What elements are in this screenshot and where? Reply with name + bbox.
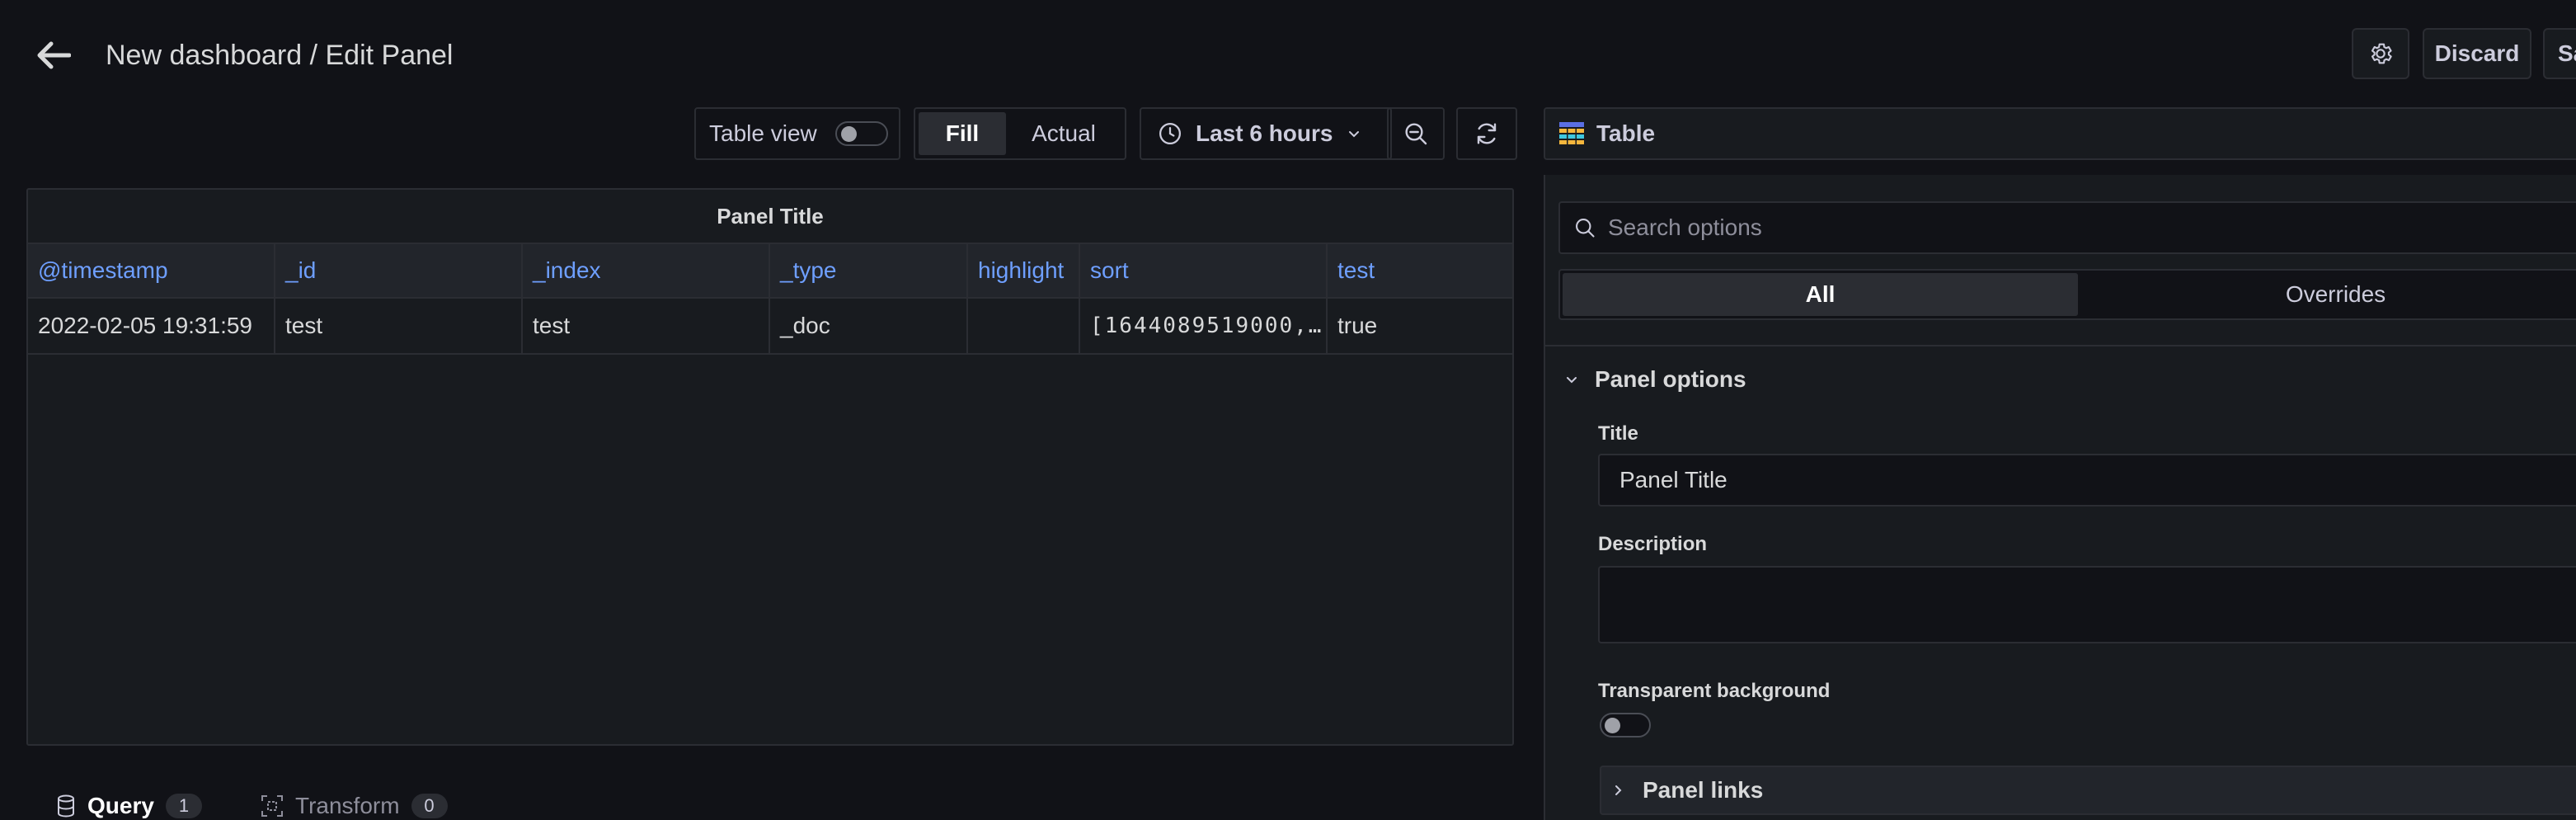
back-button[interactable]	[33, 35, 74, 76]
refresh-button[interactable]	[1456, 107, 1517, 160]
table-cell: _doc	[770, 299, 968, 353]
table-row: 2022-02-05 19:31:59 test test _doc [1644…	[28, 297, 1512, 355]
panel-preview: Panel Title @timestamp _id _index _type …	[26, 188, 1514, 746]
fill-option[interactable]: Fill	[919, 112, 1006, 155]
description-label: Description	[1598, 533, 1708, 555]
search-input[interactable]	[1608, 214, 2433, 241]
visualization-label: Table	[1596, 120, 1656, 146]
panel-links-section[interactable]: Panel links	[1600, 766, 2576, 815]
table-cell: test	[275, 299, 523, 353]
zoom-out-icon	[1405, 123, 1427, 145]
table-cell: 2022-02-05 19:31:59	[28, 299, 275, 353]
time-range-picker[interactable]: Last 6 hours	[1140, 107, 1392, 160]
table-view-control: Table view	[694, 107, 900, 160]
tab-query[interactable]: Query 1	[56, 792, 202, 820]
table-view-label: Table view	[709, 120, 817, 146]
column-header[interactable]: _type	[770, 244, 968, 297]
search-options	[1558, 201, 2576, 254]
table-cell: test	[523, 299, 770, 353]
column-header[interactable]: highlight	[968, 244, 1080, 297]
settings-button[interactable]	[2352, 28, 2409, 79]
column-header[interactable]: _index	[523, 244, 770, 297]
transparent-background-toggle[interactable]	[1600, 713, 1651, 738]
panel-title[interactable]: Panel Title	[28, 190, 1512, 243]
query-count-badge: 1	[165, 794, 202, 818]
panel-options-title: Panel options	[1595, 366, 1746, 392]
transparent-background-label: Transparent background	[1598, 680, 1831, 702]
panel-options-header[interactable]: Panel options	[1563, 363, 1746, 396]
tab-overrides[interactable]: Overrides	[2078, 273, 2576, 316]
save-button[interactable]: Save	[2543, 28, 2576, 79]
options-filter: All Overrides	[1558, 269, 2576, 320]
tab-query-label: Query	[87, 793, 154, 818]
zoom-out-button[interactable]	[1387, 107, 1445, 160]
description-input[interactable]	[1598, 566, 2576, 643]
actual-option[interactable]: Actual	[1006, 112, 1121, 155]
panel-links-label: Panel links	[1643, 777, 1764, 803]
title-label: Title	[1598, 422, 1638, 445]
tab-all[interactable]: All	[1563, 273, 2078, 316]
refresh-icon	[1477, 123, 1497, 144]
column-header[interactable]: _id	[275, 244, 523, 297]
transform-count-badge: 0	[411, 794, 448, 818]
table-view-toggle[interactable]	[834, 121, 888, 146]
tab-transform[interactable]: Transform 0	[261, 792, 448, 820]
column-header[interactable]: sort	[1080, 244, 1328, 297]
search-icon	[1576, 219, 1595, 238]
tab-transform-label: Transform	[295, 793, 400, 818]
database-icon	[58, 794, 74, 818]
discard-button[interactable]: Discard	[2423, 28, 2531, 79]
arrow-left-icon	[37, 41, 71, 69]
page-title: New dashboard / Edit Panel	[106, 40, 454, 71]
transform-icon	[261, 795, 283, 817]
visualization-picker[interactable]: Table	[1544, 107, 2576, 160]
column-header[interactable]: test	[1328, 244, 1514, 297]
toggle-knob	[840, 126, 857, 142]
fill-actual-toggle: Fill Actual	[914, 107, 1126, 160]
table-cell	[968, 299, 1080, 353]
gear-icon	[2371, 43, 2392, 64]
time-range-label: Last 6 hours	[1196, 120, 1333, 146]
table-cell: [1644089519000,…	[1080, 299, 1328, 353]
chevron-down-icon	[1349, 131, 1360, 138]
divider	[1544, 345, 2576, 346]
table-header-row: @timestamp _id _index _type highlight so…	[28, 243, 1512, 297]
table-cell: true	[1337, 313, 1378, 338]
chevron-right-icon	[1615, 785, 1622, 795]
column-header[interactable]: @timestamp	[28, 244, 275, 297]
title-input[interactable]	[1598, 454, 2576, 507]
clock-icon	[1159, 123, 1181, 144]
table-icon	[1559, 122, 1584, 144]
toggle-knob	[1605, 718, 1620, 733]
chevron-down-icon	[1567, 377, 1577, 384]
